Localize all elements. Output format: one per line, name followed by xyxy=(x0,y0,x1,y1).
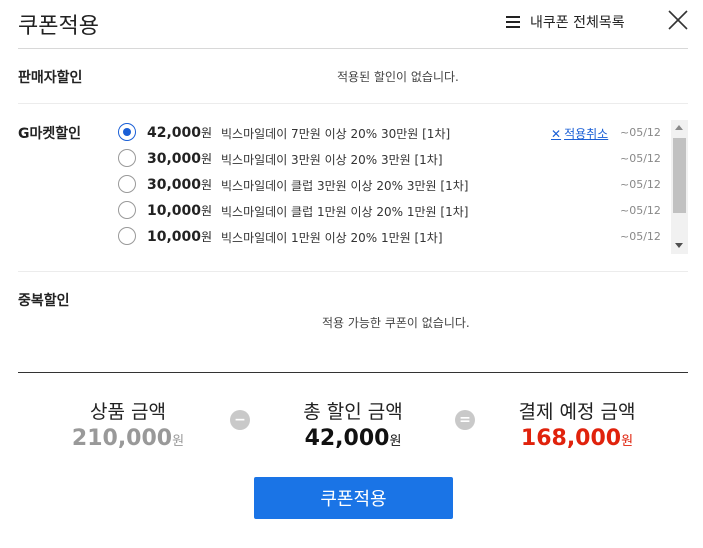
coupon-radio[interactable] xyxy=(118,201,136,219)
payment-amount-value: 168,000원 xyxy=(520,426,634,451)
coupon-description: 빅스마일데이 클럽 1만원 이상 20% 1만원 [1차] xyxy=(221,205,469,219)
coupon-row[interactable]: 10,000원 빅스마일데이 1만원 이상 20% 1만원 [1차] ~05/1… xyxy=(110,224,670,250)
discount-amount-label: 총 할인 금액 xyxy=(303,401,403,423)
coupon-amount: 10,000원 xyxy=(147,203,213,219)
minus-icon: − xyxy=(230,410,250,430)
summary-divider xyxy=(18,372,688,373)
coupon-radio[interactable] xyxy=(118,227,136,245)
coupon-expiry: ~05/12 xyxy=(620,204,661,217)
header-divider xyxy=(18,48,688,49)
coupon-amount: 30,000원 xyxy=(147,151,213,167)
coupon-description: 빅스마일데이 7만원 이상 20% 30만원 [1차] xyxy=(221,127,451,141)
coupon-row[interactable]: 42,000원 빅스마일데이 7만원 이상 20% 30만원 [1차] ✕ 적용취… xyxy=(110,120,670,146)
duplicate-discount-label: 중복할인 xyxy=(18,293,70,309)
payment-amount-label: 결제 예정 금액 xyxy=(518,401,636,423)
product-amount-label: 상품 금액 xyxy=(90,401,166,423)
payment-amount-block: 결제 예정 금액 168,000원 xyxy=(497,397,657,451)
close-icon[interactable] xyxy=(666,8,690,32)
x-icon: ✕ xyxy=(551,126,562,141)
scroll-up-arrow-icon[interactable] xyxy=(675,125,683,130)
coupon-expiry: ~05/12 xyxy=(620,230,661,243)
coupon-radio[interactable] xyxy=(118,175,136,193)
apply-coupon-button[interactable]: 쿠폰적용 xyxy=(254,477,453,519)
coupon-description: 빅스마일데이 클럽 3만원 이상 20% 3만원 [1차] xyxy=(221,179,469,193)
my-coupons-label: 내쿠폰 전체목록 xyxy=(530,15,625,31)
section-divider xyxy=(18,271,688,272)
coupon-description: 빅스마일데이 3만원 이상 20% 3만원 [1차] xyxy=(221,153,443,167)
coupon-row[interactable]: 30,000원 빅스마일데이 3만원 이상 20% 3만원 [1차] ~05/1… xyxy=(110,146,670,172)
coupon-amount: 30,000원 xyxy=(147,177,213,193)
product-amount-value: 210,000원 xyxy=(71,426,185,451)
discount-amount-value: 42,000원 xyxy=(304,426,402,451)
product-amount-block: 상품 금액 210,000원 xyxy=(58,397,198,451)
discount-amount-block: 총 할인 금액 42,000원 xyxy=(283,397,423,451)
coupon-radio[interactable] xyxy=(118,123,136,141)
coupon-amount: 10,000원 xyxy=(147,229,213,245)
duplicate-discount-empty-message: 적용 가능한 쿠폰이 없습니다. xyxy=(322,316,470,330)
gmarket-discount-label: G마켓할인 xyxy=(18,126,82,142)
coupon-row[interactable]: 10,000원 빅스마일데이 클럽 1만원 이상 20% 1만원 [1차] ~0… xyxy=(110,198,670,224)
coupon-expiry: ~05/12 xyxy=(620,152,661,165)
coupon-amount: 42,000원 xyxy=(147,125,213,141)
scroll-down-arrow-icon[interactable] xyxy=(675,243,683,248)
coupon-description: 빅스마일데이 1만원 이상 20% 1만원 [1차] xyxy=(221,231,443,245)
cancel-apply-link[interactable]: ✕ 적용취소 xyxy=(551,125,608,142)
scrollbar-thumb[interactable] xyxy=(673,138,686,213)
dialog-header: 쿠폰적용 내쿠폰 전체목록 xyxy=(0,0,703,48)
coupon-expiry: ~05/12 xyxy=(620,178,661,191)
coupon-radio[interactable] xyxy=(118,149,136,167)
coupon-expiry: ~05/12 xyxy=(620,126,661,139)
dialog-title: 쿠폰적용 xyxy=(18,14,99,39)
my-coupons-link[interactable]: 내쿠폰 전체목록 xyxy=(506,12,625,32)
coupon-row[interactable]: 30,000원 빅스마일데이 클럽 3만원 이상 20% 3만원 [1차] ~0… xyxy=(110,172,670,198)
hamburger-icon xyxy=(506,16,520,28)
coupon-list-scrollbar[interactable] xyxy=(671,120,688,254)
section-divider xyxy=(18,103,688,104)
seller-discount-empty-message: 적용된 할인이 없습니다. xyxy=(337,70,459,84)
coupon-list: 42,000원 빅스마일데이 7만원 이상 20% 30만원 [1차] ✕ 적용취… xyxy=(110,120,688,254)
equals-icon: = xyxy=(455,410,475,430)
seller-discount-label: 판매자할인 xyxy=(18,70,83,86)
